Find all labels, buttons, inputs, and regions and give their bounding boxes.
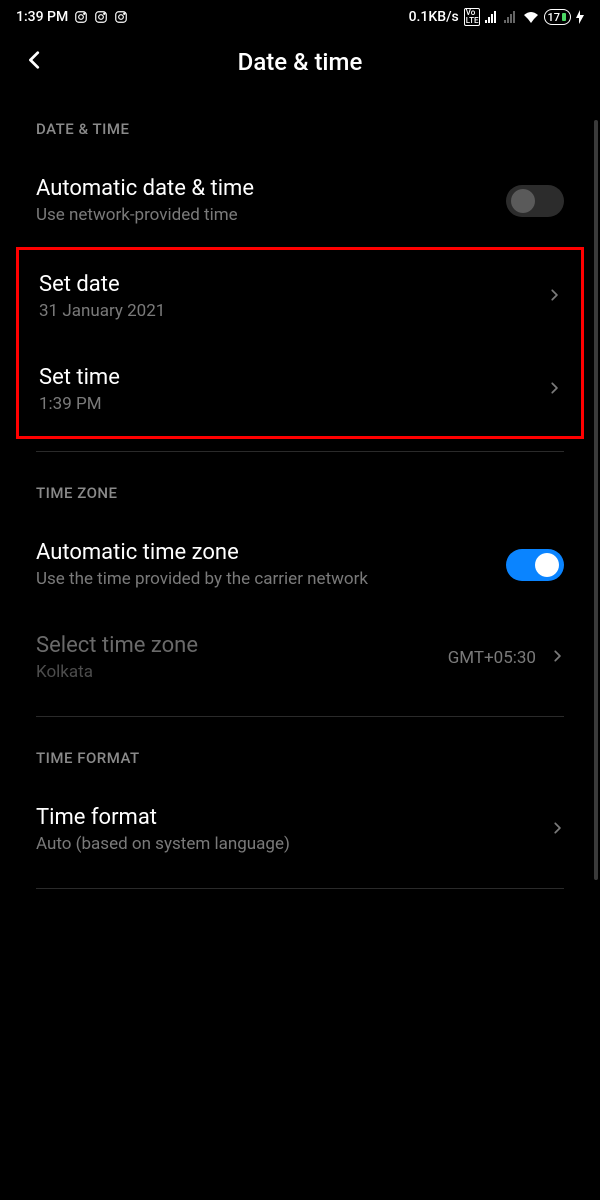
chevron-right-icon [547, 378, 561, 402]
volte-icon: VoLTE [464, 8, 481, 26]
charging-icon [576, 10, 584, 24]
row-subtitle: Kolkata [36, 662, 448, 682]
row-subtitle: 1:39 PM [39, 394, 547, 414]
divider [36, 716, 564, 717]
divider [36, 451, 564, 452]
status-time: 1:39 PM [16, 9, 68, 25]
chevron-right-icon [550, 646, 564, 670]
row-title: Select time zone [36, 633, 448, 658]
highlight-annotation: Set date 31 January 2021 Set time 1:39 P… [16, 247, 584, 439]
status-data-rate: 0.1KB/s [409, 9, 459, 25]
toggle-automatic-time-zone[interactable] [506, 549, 564, 581]
row-subtitle: Use the time provided by the carrier net… [36, 569, 506, 589]
wifi-icon [523, 11, 539, 23]
row-title: Automatic date & time [36, 176, 506, 201]
row-value: GMT+05:30 [448, 648, 536, 668]
row-automatic-time-zone[interactable]: Automatic time zone Use the time provide… [0, 518, 600, 611]
row-title: Time format [36, 805, 550, 830]
row-title: Set time [39, 365, 547, 390]
signal-icon [485, 11, 499, 23]
row-set-time[interactable]: Set time 1:39 PM [19, 343, 581, 436]
section-header-date-time: DATE & TIME [0, 100, 600, 154]
scrollbar[interactable] [594, 120, 598, 880]
row-set-date[interactable]: Set date 31 January 2021 [19, 250, 581, 343]
row-automatic-date-time[interactable]: Automatic date & time Use network-provid… [0, 154, 600, 247]
signal-icon [504, 11, 518, 23]
instagram-icon [94, 10, 108, 24]
chevron-right-icon [547, 285, 561, 309]
row-subtitle: 31 January 2021 [39, 301, 547, 321]
status-bar: 1:39 PM 0.1KB/s VoLTE 17 [0, 0, 600, 30]
instagram-icon [74, 10, 88, 24]
row-subtitle: Use network-provided time [36, 205, 506, 225]
row-subtitle: Auto (based on system language) [36, 834, 550, 854]
back-button[interactable] [24, 49, 46, 75]
instagram-icon [114, 10, 128, 24]
app-header: Date & time [0, 30, 600, 100]
section-header-time-zone: TIME ZONE [0, 464, 600, 518]
divider [36, 888, 564, 889]
section-header-time-format: TIME FORMAT [0, 729, 600, 783]
row-title: Automatic time zone [36, 540, 506, 565]
page-title: Date & time [20, 48, 580, 76]
row-select-time-zone[interactable]: Select time zone Kolkata GMT+05:30 [0, 611, 600, 704]
row-time-format[interactable]: Time format Auto (based on system langua… [0, 783, 600, 876]
toggle-automatic-date-time[interactable] [506, 185, 564, 217]
chevron-right-icon [550, 818, 564, 842]
battery-icon: 17 [544, 9, 571, 25]
row-title: Set date [39, 272, 547, 297]
